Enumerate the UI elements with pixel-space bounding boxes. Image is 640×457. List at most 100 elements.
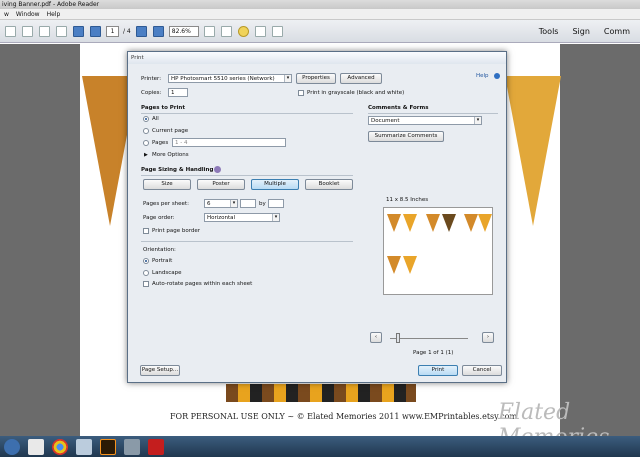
- pages-per-sheet-x[interactable]: [240, 199, 256, 208]
- multiple-button-label: Multiple: [264, 181, 286, 187]
- chrome-icon[interactable]: [52, 438, 68, 455]
- window-title: iving Banner.pdf - Adobe Reader: [0, 0, 640, 9]
- divider: [141, 241, 353, 242]
- summarize-button[interactable]: Summarize Comments: [368, 131, 444, 142]
- poster-button[interactable]: Poster: [197, 179, 245, 190]
- pages-range-input[interactable]: 1 - 4: [172, 138, 286, 147]
- illustrator-icon[interactable]: [100, 438, 116, 455]
- zoom-out-icon[interactable]: [135, 25, 147, 37]
- cancel-button[interactable]: Cancel: [462, 365, 502, 376]
- menu-item-window[interactable]: Window: [16, 9, 40, 19]
- preview-pennant: [387, 256, 401, 274]
- divider: [141, 175, 353, 176]
- current-page-label: Current page: [152, 128, 189, 134]
- triangle-right-icon[interactable]: ▶: [144, 152, 148, 158]
- chevron-down-icon: ▾: [284, 75, 291, 82]
- notepad-icon[interactable]: [76, 438, 92, 455]
- divider: [141, 113, 353, 114]
- divider: [368, 113, 498, 114]
- pages-label: Pages: [152, 140, 169, 146]
- page-order-select[interactable]: Horizontal ▾: [204, 213, 280, 222]
- pages-per-sheet-select[interactable]: 6 ▾: [204, 199, 238, 208]
- chevron-down-icon: ▾: [474, 117, 481, 124]
- zoom-input[interactable]: 82.6%: [168, 25, 199, 37]
- preview-next-button[interactable]: ›: [482, 332, 494, 343]
- properties-button[interactable]: Properties: [296, 73, 336, 84]
- autorotate-checkbox[interactable]: [143, 281, 149, 287]
- orientation-title: Orientation:: [143, 247, 176, 253]
- fit-width-icon[interactable]: [220, 25, 232, 37]
- sizing-title: Page Sizing & Handling: [141, 167, 214, 173]
- copies-input[interactable]: 1: [168, 88, 188, 97]
- preview-pennant: [403, 214, 417, 232]
- banner-pennant-right: [505, 76, 561, 226]
- pages-to-print-title: Pages to Print: [141, 105, 185, 111]
- comment-tab[interactable]: Comm: [604, 27, 630, 36]
- zoom-in-icon[interactable]: [152, 25, 164, 37]
- app-icon[interactable]: [124, 438, 140, 455]
- landscape-radio[interactable]: [143, 270, 149, 276]
- email-icon[interactable]: [56, 25, 67, 37]
- help-icon[interactable]: [494, 73, 500, 79]
- comment-icon[interactable]: [237, 25, 249, 37]
- all-pages-label: All: [152, 116, 159, 122]
- page-border-checkbox[interactable]: [143, 228, 149, 234]
- portrait-radio[interactable]: [143, 258, 149, 264]
- comments-select[interactable]: Document ▾: [368, 116, 482, 125]
- page-setup-button[interactable]: Page Setup...: [140, 365, 180, 376]
- booklet-button[interactable]: Booklet: [305, 179, 353, 190]
- info-icon[interactable]: [214, 166, 221, 173]
- print-button[interactable]: Print: [418, 365, 458, 376]
- start-icon[interactable]: [4, 438, 20, 455]
- sign-icon[interactable]: [271, 25, 283, 37]
- preview-pennant: [426, 214, 440, 232]
- autorotate-label: Auto-rotate pages within each sheet: [152, 281, 253, 287]
- prev-page-icon[interactable]: [73, 25, 84, 37]
- printer-select[interactable]: HP Photosmart 5510 series (Network) ▾: [168, 74, 292, 83]
- preview-pennant: [478, 214, 492, 232]
- chevron-right-icon: ›: [486, 334, 490, 340]
- page-border-label: Print page border: [152, 228, 201, 234]
- all-pages-radio[interactable]: [143, 116, 149, 122]
- banner-stripes: [226, 384, 416, 402]
- preview-pennant: [442, 214, 456, 232]
- preview-pennant: [403, 256, 417, 274]
- multiple-button[interactable]: Multiple: [251, 179, 299, 190]
- grayscale-checkbox[interactable]: [298, 90, 304, 96]
- more-options-toggle[interactable]: More Options: [152, 152, 189, 158]
- preview-prev-button[interactable]: ‹: [370, 332, 382, 343]
- acrobat-icon[interactable]: [148, 438, 164, 455]
- open-icon[interactable]: [5, 25, 16, 37]
- tools-tab[interactable]: Tools: [539, 27, 559, 36]
- booklet-button-label: Booklet: [318, 181, 340, 187]
- preview-pennant: [387, 214, 401, 232]
- sign-tab[interactable]: Sign: [572, 27, 589, 36]
- grayscale-label: Print in grayscale (black and white): [307, 90, 405, 96]
- size-button[interactable]: Size: [143, 179, 191, 190]
- highlight-icon[interactable]: [254, 25, 266, 37]
- chevron-down-icon: ▾: [230, 200, 237, 207]
- pages-per-sheet-value: 6: [207, 201, 211, 207]
- preview-pennant: [464, 214, 478, 232]
- chevron-left-icon: ‹: [374, 334, 378, 340]
- dialog-title: Print: [128, 52, 506, 64]
- portrait-label: Portrait: [152, 258, 173, 264]
- comments-title: Comments & Forms: [368, 105, 429, 111]
- print-icon[interactable]: [39, 25, 50, 37]
- current-page-radio[interactable]: [143, 128, 149, 134]
- preview-slider-thumb[interactable]: [396, 333, 400, 343]
- menu-item-help[interactable]: Help: [47, 9, 61, 19]
- fit-page-icon[interactable]: [203, 25, 215, 37]
- next-page-icon[interactable]: [90, 25, 101, 37]
- menu-item-view[interactable]: w: [4, 9, 9, 19]
- pages-per-sheet-y[interactable]: [268, 199, 284, 208]
- pages-per-sheet-label: Pages per sheet:: [143, 201, 189, 207]
- page-number-input[interactable]: 1: [106, 25, 119, 37]
- explorer-icon[interactable]: [28, 438, 44, 455]
- pages-radio[interactable]: [143, 140, 149, 146]
- preview-slider-track[interactable]: [390, 338, 468, 339]
- advanced-button[interactable]: Advanced: [340, 73, 382, 84]
- save-icon[interactable]: [22, 25, 33, 37]
- help-link[interactable]: Help: [476, 73, 489, 79]
- size-button-label: Size: [161, 181, 173, 187]
